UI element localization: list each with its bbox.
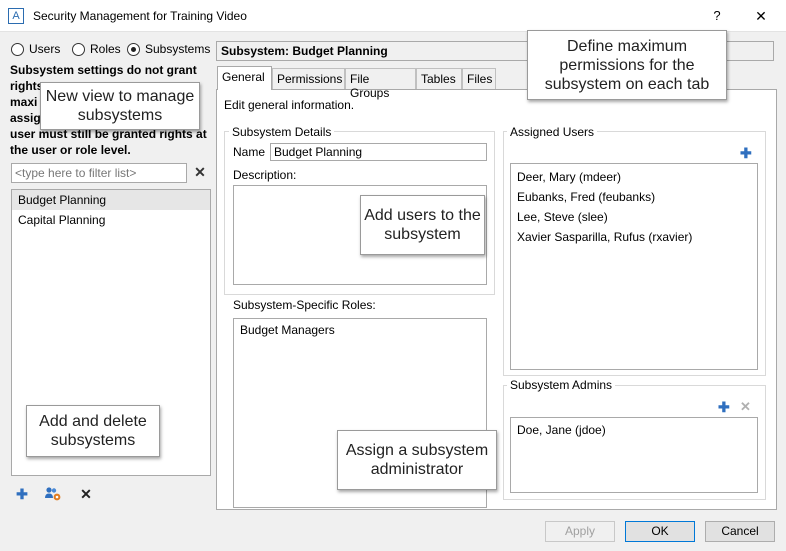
radio-subsystems[interactable]: Subsystems <box>127 41 210 57</box>
list-item[interactable]: Budget Managers <box>240 323 335 337</box>
note-line: the user or role level. <box>10 143 131 157</box>
users-gear-icon[interactable] <box>44 486 61 502</box>
ok-button[interactable]: OK <box>625 521 695 542</box>
app-icon: A <box>8 8 24 24</box>
cancel-button[interactable]: Cancel <box>705 521 775 542</box>
list-item[interactable]: Budget Planning <box>12 190 210 210</box>
list-item[interactable]: Capital Planning <box>12 210 210 230</box>
callout-define-permissions: Define maximum permissions for the subsy… <box>527 30 727 100</box>
list-item[interactable]: Lee, Steve (slee) <box>517 210 608 224</box>
tab-permissions[interactable]: Permissions <box>272 68 345 89</box>
subsystem-admins-list[interactable]: Doe, Jane (jdoe) <box>510 417 758 493</box>
subsystem-roles-label: Subsystem-Specific Roles: <box>233 298 376 312</box>
radio-circle-icon <box>11 42 24 56</box>
radio-checked-icon <box>127 42 140 56</box>
assigned-users-list[interactable]: Deer, Mary (mdeer) Eubanks, Fred (feuban… <box>510 163 758 370</box>
callout-add-delete-subsystems: Add and delete subsystems <box>26 405 160 457</box>
callout-add-users: Add users to the subsystem <box>360 195 485 255</box>
subsystem-details-title: Subsystem Details <box>229 125 335 139</box>
close-button[interactable]: ✕ <box>752 7 770 25</box>
window-title: Security Management for Training Video <box>33 9 247 23</box>
apply-button[interactable]: Apply <box>545 521 615 542</box>
radio-roles[interactable]: Roles <box>72 41 121 57</box>
list-item[interactable]: Deer, Mary (mdeer) <box>517 170 621 184</box>
callout-new-view: New view to manage subsystems <box>40 82 200 130</box>
delete-subsystem-icon[interactable]: ✕ <box>78 486 94 502</box>
add-subsystem-icon[interactable]: ✚ <box>14 486 30 502</box>
radio-users-label: Users <box>29 42 61 56</box>
tab-description: Edit general information. <box>224 98 355 112</box>
note-line: Subsystem settings do not grant <box>10 63 197 77</box>
name-label: Name <box>233 145 266 159</box>
callout-assign-admin: Assign a subsystem administrator <box>337 430 497 490</box>
name-field[interactable] <box>270 143 487 161</box>
tab-files[interactable]: Files <box>462 68 496 89</box>
radio-subsystems-label: Subsystems <box>145 42 211 56</box>
clear-filter-icon[interactable]: ✕ <box>193 165 207 179</box>
add-user-icon[interactable]: ✚ <box>740 145 752 162</box>
list-item[interactable]: Doe, Jane (jdoe) <box>517 423 606 437</box>
remove-admin-icon[interactable]: ✕ <box>740 399 751 415</box>
help-button[interactable]: ? <box>708 7 726 25</box>
radio-circle-icon <box>72 42 85 56</box>
list-item[interactable]: Eubanks, Fred (feubanks) <box>517 190 655 204</box>
description-label: Description: <box>233 168 297 182</box>
tab-file-groups[interactable]: File Groups <box>345 68 416 100</box>
subsystem-admins-title: Subsystem Admins <box>507 378 616 392</box>
add-admin-icon[interactable]: ✚ <box>718 399 730 416</box>
radio-users[interactable]: Users <box>11 41 60 57</box>
tab-tables[interactable]: Tables <box>416 68 462 89</box>
radio-roles-label: Roles <box>90 42 121 56</box>
tab-general[interactable]: General <box>217 66 272 90</box>
assigned-users-title: Assigned Users <box>507 125 598 139</box>
filter-input[interactable] <box>11 163 187 183</box>
list-item[interactable]: Xavier Sasparilla, Rufus (rxavier) <box>517 230 692 244</box>
